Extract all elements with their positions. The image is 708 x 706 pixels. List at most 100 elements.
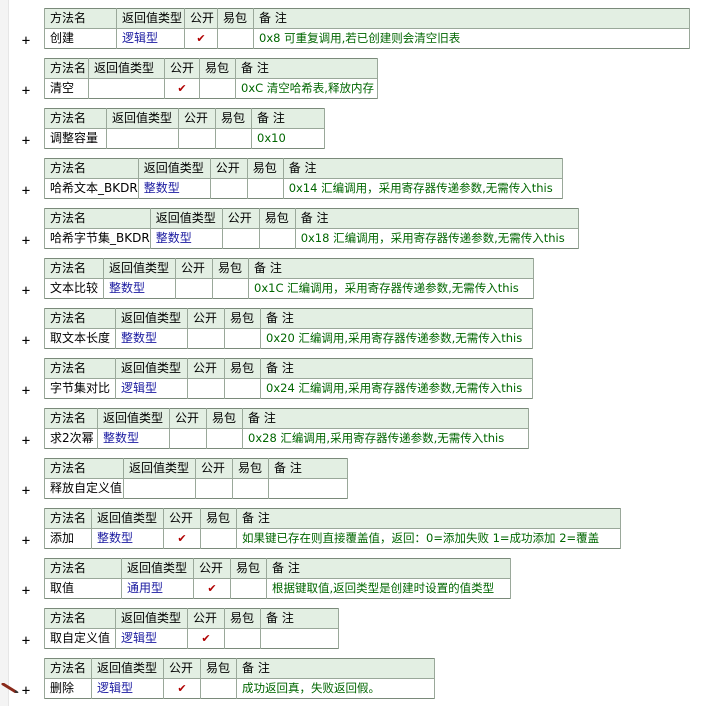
method-row[interactable]: 取文本长度 整数型 0x20 汇编调用,采用寄存器传递参数,无需传入this — [44, 328, 533, 349]
expand-method-button[interactable]: + — [20, 484, 32, 498]
method-row[interactable]: 文本比较 整数型 0x1C 汇编调用，采用寄存器传递参数,无需传入this — [44, 278, 534, 299]
return-type-cell[interactable]: 整数型 — [97, 428, 170, 449]
easy-pack-checkbox[interactable] — [200, 678, 237, 699]
method-name-cell[interactable]: 创建 — [44, 28, 117, 49]
method-name-cell[interactable]: 哈希文本_BKDR — [44, 178, 139, 199]
expand-method-button[interactable]: + — [20, 284, 32, 298]
method-name-cell[interactable]: 哈希字节集_BKDR — [44, 228, 151, 249]
easy-pack-checkbox[interactable] — [199, 78, 236, 99]
return-type-cell[interactable]: 通用型 — [121, 578, 194, 599]
return-type-cell[interactable]: 逻辑型 — [115, 628, 188, 649]
method-name-cell[interactable]: 释放自定义值 — [44, 478, 124, 499]
easy-pack-checkbox[interactable] — [206, 428, 243, 449]
easy-pack-checkbox[interactable] — [217, 28, 254, 49]
return-type-cell[interactable]: 整数型 — [149, 228, 223, 249]
method-row[interactable]: 添加 整数型 ✔ 如果键已存在则直接覆盖值，返回：0=添加失败 1=成功添加 2=覆盖 — [44, 528, 621, 549]
easy-pack-checkbox[interactable] — [224, 328, 261, 349]
public-checkbox[interactable] — [175, 278, 213, 299]
method-row[interactable]: 调整容量 0x10 — [44, 128, 325, 149]
return-type-cell[interactable]: 逻辑型 — [91, 678, 164, 699]
method-name-cell[interactable]: 取文本长度 — [44, 328, 116, 349]
note-cell[interactable]: 成功返回真，失败返回假。 — [236, 678, 435, 699]
note-cell[interactable]: 0x8 可重复调用,若已创建则会清空旧表 — [253, 28, 690, 49]
col-header-easy-pack: 易包 — [212, 258, 249, 279]
note-cell[interactable]: 0xC 清空哈希表,释放内存 — [235, 78, 378, 99]
method-name-cell[interactable]: 字节集对比 — [44, 378, 116, 399]
col-header-easy-pack: 易包 — [206, 408, 243, 429]
expand-method-button[interactable]: + — [20, 34, 32, 48]
easy-pack-checkbox[interactable] — [232, 478, 269, 499]
public-checkbox[interactable] — [221, 228, 260, 249]
easy-pack-checkbox[interactable] — [212, 278, 249, 299]
method-name-cell[interactable]: 删除 — [44, 678, 92, 699]
expand-method-button[interactable]: + — [20, 684, 32, 698]
method-row[interactable]: 取自定义值 逻辑型 ✔ — [44, 628, 339, 649]
easy-pack-checkbox[interactable] — [246, 178, 284, 199]
expand-method-button[interactable]: + — [20, 534, 32, 548]
public-checkbox[interactable]: ✔ — [187, 628, 225, 649]
return-type-cell[interactable] — [123, 478, 196, 499]
public-checkbox[interactable]: ✔ — [163, 678, 201, 699]
easy-pack-checkbox[interactable] — [224, 628, 261, 649]
public-checkbox[interactable]: ✔ — [184, 28, 218, 49]
public-checkbox[interactable] — [195, 478, 233, 499]
return-type-cell[interactable]: 整数型 — [137, 178, 211, 199]
method-row[interactable]: 哈希文本_BKDR 整数型 0x14 汇编调用，采用寄存器传递参数,无需传入this — [44, 178, 563, 199]
public-checkbox[interactable] — [187, 328, 225, 349]
return-type-cell[interactable] — [106, 128, 179, 149]
method-row[interactable]: 删除 逻辑型 ✔ 成功返回真，失败返回假。 — [44, 678, 435, 699]
method-name-cell[interactable]: 求2次幂 — [44, 428, 98, 449]
method-name-cell[interactable]: 文本比较 — [44, 278, 104, 299]
return-type-cell[interactable]: 逻辑型 — [116, 28, 185, 49]
return-type-cell[interactable]: 整数型 — [115, 328, 188, 349]
public-checkbox[interactable] — [178, 128, 216, 149]
method-row[interactable]: 哈希字节集_BKDR 整数型 0x18 汇编调用，采用寄存器传递参数,无需传入thi… — [44, 228, 579, 249]
public-checkbox[interactable]: ✔ — [164, 78, 200, 99]
public-checkbox[interactable] — [169, 428, 207, 449]
return-type-cell[interactable]: 整数型 — [103, 278, 176, 299]
public-checkbox[interactable] — [209, 178, 248, 199]
note-cell[interactable]: 0x1C 汇编调用，采用寄存器传递参数,无需传入this — [248, 278, 534, 299]
method-row[interactable]: 清空 ✔ 0xC 清空哈希表,释放内存 — [44, 78, 378, 99]
expand-method-button[interactable]: + — [20, 184, 32, 198]
note-cell[interactable]: 0x18 汇编调用，采用寄存器传递参数,无需传入this — [294, 228, 579, 249]
method-row[interactable]: 字节集对比 逻辑型 0x24 汇编调用,采用寄存器传递参数,无需传入this — [44, 378, 533, 399]
method-row[interactable]: 释放自定义值 — [44, 478, 348, 499]
method-name-cell[interactable]: 取值 — [44, 578, 122, 599]
note-cell[interactable]: 0x28 汇编调用,采用寄存器传递参数,无需传入this — [242, 428, 529, 449]
note-cell[interactable]: 0x24 汇编调用,采用寄存器传递参数,无需传入this — [260, 378, 533, 399]
note-cell[interactable]: 0x10 — [251, 128, 325, 149]
note-cell[interactable] — [260, 628, 339, 649]
public-checkbox[interactable]: ✔ — [163, 528, 201, 549]
easy-pack-checkbox[interactable] — [258, 228, 296, 249]
method-name-cell[interactable]: 调整容量 — [44, 128, 107, 149]
easy-pack-checkbox[interactable] — [224, 378, 261, 399]
note-cell[interactable] — [268, 478, 348, 499]
method-name-cell[interactable]: 添加 — [44, 528, 92, 549]
public-checkbox[interactable] — [187, 378, 225, 399]
method-row[interactable]: 求2次幂 整数型 0x28 汇编调用,采用寄存器传递参数,无需传入this — [44, 428, 529, 449]
expand-method-button[interactable]: + — [20, 84, 32, 98]
method-row[interactable]: 取值 通用型 ✔ 根据键取值,返回类型是创建时设置的值类型 — [44, 578, 511, 599]
note-cell[interactable]: 0x20 汇编调用,采用寄存器传递参数,无需传入this — [260, 328, 533, 349]
return-type-cell[interactable]: 整数型 — [91, 528, 164, 549]
method-name-cell[interactable]: 取自定义值 — [44, 628, 116, 649]
method-row[interactable]: 创建 逻辑型 ✔ 0x8 可重复调用,若已创建则会清空旧表 — [44, 28, 690, 49]
expand-method-button[interactable]: + — [20, 634, 32, 648]
expand-method-button[interactable]: + — [20, 584, 32, 598]
note-cell[interactable]: 如果键已存在则直接覆盖值，返回：0=添加失败 1=成功添加 2=覆盖 — [236, 528, 621, 549]
easy-pack-checkbox[interactable] — [230, 578, 267, 599]
return-type-cell[interactable] — [88, 78, 165, 99]
return-type-cell[interactable]: 逻辑型 — [115, 378, 188, 399]
expand-method-button[interactable]: + — [20, 334, 32, 348]
note-cell[interactable]: 根据键取值,返回类型是创建时设置的值类型 — [266, 578, 511, 599]
easy-pack-checkbox[interactable] — [215, 128, 252, 149]
expand-method-button[interactable]: + — [20, 384, 32, 398]
expand-method-button[interactable]: + — [20, 434, 32, 448]
expand-method-button[interactable]: + — [20, 234, 32, 248]
public-checkbox[interactable]: ✔ — [193, 578, 231, 599]
expand-method-button[interactable]: + — [20, 134, 32, 148]
note-cell[interactable]: 0x14 汇编调用，采用寄存器传递参数,无需传入this — [282, 178, 563, 199]
method-name-cell[interactable]: 清空 — [44, 78, 89, 99]
easy-pack-checkbox[interactable] — [200, 528, 237, 549]
